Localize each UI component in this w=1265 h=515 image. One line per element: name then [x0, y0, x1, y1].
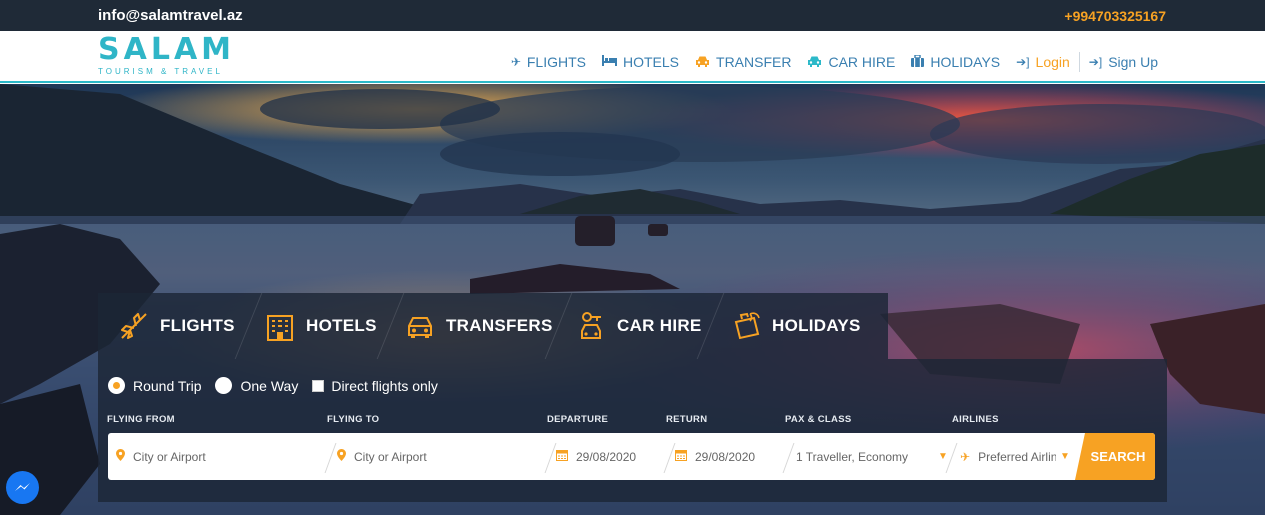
site-header: SALAM TOURISM & TRAVEL ✈ FLIGHTS HOTELS …	[0, 31, 1265, 83]
tab-divider	[376, 293, 405, 359]
main-nav: ✈ FLIGHTS HOTELS TRANSFER CAR HIRE HOLID…	[511, 52, 1158, 72]
checkbox-box	[312, 379, 325, 392]
radio-unselected	[215, 377, 233, 394]
car-icon	[807, 55, 822, 70]
airline-select[interactable]: ✈ Preferred Airline	[960, 433, 1068, 480]
taxi-icon	[408, 317, 432, 338]
field-divider	[324, 443, 337, 473]
login-label: Login	[1035, 54, 1070, 70]
calendar-icon	[556, 449, 568, 464]
tab-flights-label: FLIGHTS	[160, 316, 235, 335]
round-trip-radio[interactable]: Round Trip	[108, 377, 201, 394]
tab-hotels[interactable]: HOTELS	[264, 293, 377, 359]
flight-search-form: Round Trip One Way Direct flights only F…	[98, 359, 1167, 502]
tab-transfers-label: TRANSFERS	[446, 316, 553, 335]
return-date-value: 29/08/2020	[695, 449, 756, 464]
top-bar: info@salamtravel.az +994703325167	[0, 0, 1265, 31]
taxi-icon	[695, 55, 710, 70]
holiday-suitcase-icon	[734, 312, 760, 340]
site-logo[interactable]: SALAM TOURISM & TRAVEL	[98, 32, 236, 77]
nav-hotels[interactable]: HOTELS	[602, 54, 679, 70]
tab-holidays-label: HOLIDAYS	[772, 316, 861, 335]
tab-holidays[interactable]: HOLIDAYS	[730, 293, 861, 359]
car-key-icon	[581, 312, 601, 339]
departure-date-input[interactable]: 29/08/2020	[556, 433, 666, 480]
suitcase-icon	[911, 53, 925, 70]
contact-email[interactable]: info@salamtravel.az	[98, 7, 243, 24]
chevron-down-icon: ▼	[1060, 451, 1070, 462]
login-link[interactable]: ➔] Login	[1016, 54, 1070, 70]
nav-car-hire-label: CAR HIRE	[828, 54, 896, 70]
tab-car-hire-label: CAR HIRE	[617, 316, 702, 335]
tab-hotels-label: HOTELS	[306, 316, 377, 335]
flying-to-placeholder: City or Airport	[354, 449, 427, 464]
bed-icon	[602, 55, 617, 69]
flying-from-label: FLYING FROM	[107, 414, 175, 425]
nav-flights-label: FLIGHTS	[526, 54, 586, 70]
flying-from-placeholder: City or Airport	[133, 449, 206, 464]
nav-holidays-label: HOLIDAYS	[930, 54, 1001, 70]
plane-icon: ✈	[960, 449, 971, 464]
pax-class-select[interactable]: 1 Traveller, Economy	[796, 433, 946, 480]
departure-label: DEPARTURE	[547, 414, 609, 425]
departure-date-value: 29/08/2020	[576, 449, 637, 464]
radio-selected	[108, 377, 125, 394]
nav-car-hire[interactable]: CAR HIRE	[807, 54, 895, 70]
trip-type-options: Round Trip One Way Direct flights only	[108, 377, 452, 394]
sign-in-icon: ➔]	[1016, 55, 1030, 69]
signup-label: Sign Up	[1108, 54, 1158, 70]
sign-up-icon: ➔]	[1088, 55, 1103, 69]
pax-class-label: PAX & CLASS	[785, 414, 852, 425]
flying-from-input[interactable]: City or Airport	[116, 433, 321, 480]
search-button[interactable]: SEARCH	[1075, 433, 1155, 480]
nav-holidays[interactable]: HOLIDAYS	[911, 53, 1001, 70]
one-way-label: One Way	[240, 377, 299, 394]
signup-link[interactable]: ➔] Sign Up	[1089, 54, 1158, 70]
nav-flights[interactable]: ✈ FLIGHTS	[511, 54, 586, 70]
messenger-icon	[15, 483, 30, 491]
direct-flights-label: Direct flights only	[331, 377, 438, 394]
tab-car-hire[interactable]: CAR HIRE	[575, 293, 702, 359]
messenger-chat-button[interactable]	[6, 471, 39, 504]
hotel-building-icon	[267, 315, 293, 341]
booking-panel: FLIGHTS HOTELS TRANSFERS CAR HIRE HOLIDA…	[98, 293, 1167, 502]
return-label: RETURN	[666, 414, 708, 425]
chevron-down-icon: ▼	[938, 451, 948, 462]
nav-hotels-label: HOTELS	[623, 54, 680, 70]
map-pin-icon	[116, 449, 125, 464]
flying-to-input[interactable]: City or Airport	[337, 433, 547, 480]
tab-flights[interactable]: FLIGHTS	[118, 293, 235, 359]
airline-placeholder: Preferred Airline	[978, 449, 1057, 464]
flying-to-label: FLYING TO	[327, 414, 380, 425]
plane-icon: ✈	[510, 55, 521, 69]
calendar-icon	[675, 449, 687, 464]
search-tabs: FLIGHTS HOTELS TRANSFERS CAR HIRE HOLIDA…	[98, 293, 888, 359]
logo-tagline: TOURISM & TRAVEL	[98, 67, 223, 76]
plane-icon	[121, 313, 147, 339]
tab-divider	[234, 293, 263, 359]
contact-phone[interactable]: +994703325167	[1064, 8, 1166, 24]
nav-divider	[1078, 52, 1080, 72]
return-date-input[interactable]: 29/08/2020	[675, 433, 785, 480]
airlines-label: AIRLINES	[952, 414, 999, 425]
map-pin-icon	[337, 449, 346, 464]
pax-class-value: 1 Traveller, Economy	[796, 449, 909, 464]
round-trip-label: Round Trip	[133, 377, 202, 394]
direct-flights-checkbox[interactable]: Direct flights only	[312, 378, 438, 394]
nav-transfer-label: TRANSFER	[716, 54, 792, 70]
tab-transfers[interactable]: TRANSFERS	[404, 293, 553, 359]
nav-transfer[interactable]: TRANSFER	[695, 54, 791, 70]
search-fields: City or Airport City or Airport 29/08/20…	[108, 433, 1155, 480]
logo-brand: SALAM	[98, 32, 236, 67]
one-way-radio[interactable]: One Way	[215, 377, 298, 394]
